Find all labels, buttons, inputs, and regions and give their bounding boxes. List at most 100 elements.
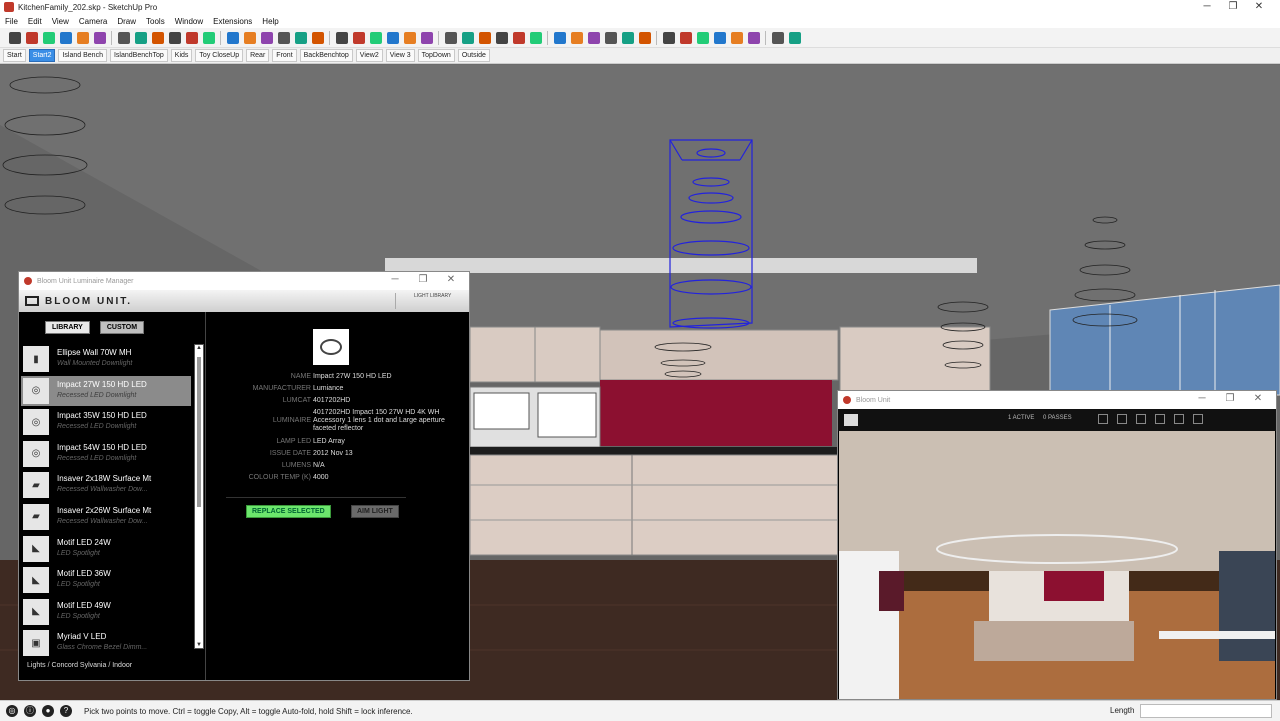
custom-tab[interactable]: CUSTOM (99, 321, 145, 334)
render-tool-icon[interactable] (771, 31, 784, 44)
warehouse-tool-icon[interactable] (713, 31, 726, 44)
walk-tool-icon[interactable] (461, 31, 474, 44)
select-tool-icon[interactable] (8, 31, 21, 44)
user-account-icon[interactable]: ● (42, 705, 54, 717)
render-camera-icon[interactable] (1136, 414, 1146, 424)
luminaire-list-item[interactable]: ◣ Motif LED 24W LED Spotlight (21, 534, 191, 566)
menu-edit[interactable]: Edit (23, 17, 47, 26)
hidden-tool-icon[interactable] (604, 31, 617, 44)
close-button[interactable]: ✕ (1246, 0, 1272, 14)
scrollbar-thumb[interactable] (197, 357, 201, 507)
paint-tool-icon[interactable] (93, 31, 106, 44)
layer-tool-icon[interactable] (420, 31, 433, 44)
scene-tab-start[interactable]: Start (3, 49, 26, 62)
menu-file[interactable]: File (0, 17, 23, 26)
extension-tool-icon[interactable] (679, 31, 692, 44)
render-settings-icon[interactable] (1098, 414, 1108, 424)
section-tool-icon[interactable] (335, 31, 348, 44)
scroll-down-icon[interactable]: ▼ (196, 642, 202, 648)
luminaire-list-item-selected[interactable]: ◎ Impact 27W 150 HD LED Recessed LED Dow… (21, 375, 191, 408)
credits-icon[interactable]: ⓘ (24, 705, 36, 717)
bu-maximize-button[interactable]: ❐ (1216, 393, 1244, 404)
menu-view[interactable]: View (47, 17, 74, 26)
scene-tab-front[interactable]: Front (272, 49, 297, 62)
menu-help[interactable]: Help (257, 17, 283, 26)
menu-window[interactable]: Window (170, 17, 208, 26)
offset-tool-icon[interactable] (134, 31, 147, 44)
wireframe-tool-icon[interactable] (587, 31, 600, 44)
bu-close-button[interactable]: ✕ (1244, 393, 1272, 404)
zoom-tool-icon[interactable] (294, 31, 307, 44)
shaded-tool-icon[interactable] (621, 31, 634, 44)
look-around-tool-icon[interactable] (478, 31, 491, 44)
luminaire-list-item[interactable]: ▰ Insaver 2x26W Surface Mt Recessed Wall… (21, 502, 191, 534)
lm-minimize-button[interactable]: ─ (381, 274, 409, 285)
bu-minimize-button[interactable]: ─ (1188, 393, 1216, 404)
text-tool-icon[interactable] (226, 31, 239, 44)
scene-tab-outside[interactable]: Outside (457, 49, 490, 62)
geo-location-icon[interactable]: ◎ (6, 705, 18, 717)
textured-tool-icon[interactable] (638, 31, 651, 44)
scene-tab-kids[interactable]: Kids (170, 49, 193, 62)
luminaire-list-item[interactable]: ◎ Impact 54W 150 HD LED Recessed LED Dow… (21, 439, 191, 471)
scene-tab-island-bench-top[interactable]: IslandBenchTop (109, 49, 168, 62)
instructor-help-icon[interactable]: ? (60, 705, 72, 717)
scene-tab-island-bench[interactable]: Island Bench (58, 49, 107, 62)
luminaire-list-item[interactable]: ◣ Motif LED 36W LED Spotlight (21, 565, 191, 597)
menu-tools[interactable]: Tools (141, 17, 170, 26)
scene-tab-rear[interactable]: Rear (246, 49, 270, 62)
luminaire-list-scrollbar[interactable]: ▲ ▼ (194, 344, 204, 649)
render-target-icon[interactable] (1174, 414, 1184, 424)
sandbox-tool-icon[interactable] (444, 31, 457, 44)
photoreal-render-view[interactable] (839, 431, 1275, 699)
solid-tool-icon[interactable] (553, 31, 566, 44)
rotate-tool-icon[interactable] (168, 31, 181, 44)
measurements-input[interactable] (1140, 704, 1272, 718)
library-tab[interactable]: LIBRARY (45, 321, 90, 334)
scene-tab-toy-closeup[interactable]: Toy CloseUp (195, 49, 244, 62)
render-globe-icon[interactable] (1155, 414, 1165, 424)
menu-draw[interactable]: Draw (112, 17, 141, 26)
tape-tool-icon[interactable] (202, 31, 215, 44)
minimize-button[interactable]: ─ (1194, 0, 1220, 14)
replace-selected-button[interactable]: REPLACE SELECTED (246, 505, 331, 518)
position-camera-tool-icon[interactable] (495, 31, 508, 44)
scene-tab-start2[interactable]: Start2 (28, 49, 56, 62)
eraser-tool-icon[interactable] (25, 31, 38, 44)
style-tool-icon[interactable] (386, 31, 399, 44)
scene-tab-view3[interactable]: View 3 (385, 49, 415, 62)
menu-camera[interactable]: Camera (74, 17, 112, 26)
luminaire-list-item[interactable]: ◣ Motif LED 49W LED Spotlight (21, 597, 191, 629)
zoom-extents-tool-icon[interactable] (311, 31, 324, 44)
dimension-tool-icon[interactable] (243, 31, 256, 44)
scene-tab-topdown[interactable]: TopDown (417, 49, 455, 62)
arc-tool-icon[interactable] (59, 31, 72, 44)
lm-maximize-button[interactable]: ❐ (409, 274, 437, 285)
share-tool-icon[interactable] (730, 31, 743, 44)
orbit-tool-icon[interactable] (260, 31, 273, 44)
xray-tool-icon[interactable] (570, 31, 583, 44)
material-tool-icon[interactable] (369, 31, 382, 44)
render-frame-icon[interactable] (1117, 414, 1127, 424)
monochrome-tool-icon[interactable] (662, 31, 675, 44)
pan-tool-icon[interactable] (277, 31, 290, 44)
luminaire-list-item[interactable]: ▮ Ellipse Wall 70W MH Wall Mounted Downl… (21, 344, 191, 376)
scene-tab-view2[interactable]: View2 (355, 49, 383, 62)
push-pull-tool-icon[interactable] (117, 31, 130, 44)
shadow-tool-icon[interactable] (512, 31, 525, 44)
library-breadcrumb[interactable]: Lights / Concord Sylvania / Indoor (27, 662, 132, 669)
maximize-button[interactable]: ❐ (1220, 0, 1246, 14)
move-tool-icon[interactable] (151, 31, 164, 44)
render-save-icon[interactable] (1193, 414, 1203, 424)
menu-extensions[interactable]: Extensions (208, 17, 257, 26)
scroll-up-icon[interactable]: ▲ (196, 345, 202, 351)
component-tool-icon[interactable] (352, 31, 365, 44)
scene-tab-back-benchtop[interactable]: BackBenchtop (299, 49, 353, 62)
scene-tool-icon[interactable] (403, 31, 416, 44)
lm-close-button[interactable]: ✕ (437, 274, 465, 285)
lights-tool-icon[interactable] (788, 31, 801, 44)
luminaire-list-item[interactable]: ▣ Myriad V LED Glass Chrome Bezel Dimm..… (21, 628, 191, 660)
shape-tool-icon[interactable] (76, 31, 89, 44)
luminaire-list-item[interactable]: ▰ Insaver 2x18W Surface Mt Recessed Wall… (21, 470, 191, 502)
scale-tool-icon[interactable] (185, 31, 198, 44)
